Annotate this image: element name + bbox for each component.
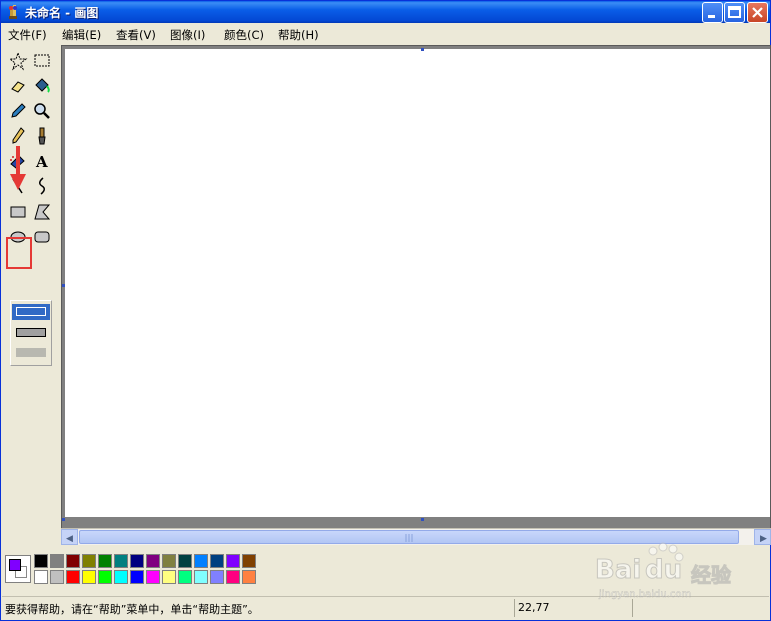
color-swatch[interactable] — [66, 554, 80, 568]
scroll-left-button[interactable]: ◀ — [61, 529, 78, 545]
svg-text:A: A — [35, 153, 48, 171]
fill-option-outline-fill[interactable] — [16, 328, 46, 337]
color-swatch[interactable] — [210, 570, 224, 584]
pencil-icon — [12, 127, 25, 144]
color-swatch[interactable] — [130, 554, 144, 568]
color-swatch[interactable] — [194, 570, 208, 584]
chevron-left-icon: ◀ — [66, 534, 73, 544]
text-tool[interactable]: A — [31, 150, 53, 172]
free-select-icon — [8, 51, 28, 71]
color-swatch[interactable] — [146, 554, 160, 568]
color-swatch[interactable] — [210, 554, 224, 568]
resize-handle-bottom-left — [62, 518, 65, 521]
grip-icon — [405, 534, 413, 542]
foreground-color-swatch[interactable] — [9, 559, 21, 571]
color-swatch[interactable] — [178, 570, 192, 584]
color-swatch[interactable] — [114, 570, 128, 584]
color-swatch[interactable] — [242, 570, 256, 584]
text-tool-icon: A — [35, 153, 48, 171]
color-swatch[interactable] — [34, 570, 48, 584]
menu-help[interactable]: 帮助(H) — [278, 27, 319, 43]
brush-icon — [38, 127, 46, 145]
curve-tool-icon — [39, 177, 45, 195]
rounded-rect-tool-icon — [34, 231, 50, 243]
down-arrow-annotation-icon — [10, 146, 26, 190]
fill-bucket-tool[interactable] — [31, 75, 53, 97]
magnifier-icon — [34, 103, 50, 119]
magnifier-tool[interactable] — [31, 100, 53, 122]
polygon-tool-icon — [34, 204, 51, 220]
menu-edit[interactable]: 编辑(E) — [62, 27, 101, 43]
color-swatch[interactable] — [130, 570, 144, 584]
cursor-coordinates: 22,77 — [518, 601, 550, 614]
canvas-area — [61, 45, 771, 530]
window-title: 未命名 - 画图 — [25, 6, 99, 20]
drawing-canvas[interactable] — [65, 49, 770, 517]
rect-select-icon — [34, 54, 50, 67]
color-swatch[interactable] — [194, 554, 208, 568]
fill-option-fill-only[interactable] — [16, 348, 46, 357]
free-select-tool[interactable] — [7, 50, 29, 72]
color-swatch[interactable] — [146, 570, 160, 584]
resize-handle-top — [421, 48, 424, 51]
polygon-tool[interactable] — [31, 201, 53, 223]
toolbox: A — [2, 46, 58, 526]
rectangle-tool-icon — [10, 206, 26, 218]
maximize-button[interactable] — [724, 2, 745, 23]
eraser-icon — [11, 81, 25, 93]
tool-options-box — [10, 300, 52, 366]
rect-select-tool[interactable] — [31, 50, 53, 72]
paint-window: 未命名 - 画图 文件(F) 编辑(E) 查看(V) 图像(I) 颜色(C) 帮… — [0, 0, 771, 621]
minimize-button[interactable] — [702, 2, 723, 23]
color-picker-icon — [11, 103, 26, 118]
menu-view[interactable]: 查看(V) — [116, 27, 156, 43]
watermark-suffix: 经验 — [691, 563, 732, 588]
rounded-rect-tool[interactable] — [31, 226, 53, 248]
current-colors[interactable] — [5, 555, 31, 583]
resize-handle-left — [62, 284, 65, 287]
fill-option-outline-selected[interactable] — [12, 304, 50, 320]
color-swatch[interactable] — [162, 570, 176, 584]
color-swatch[interactable] — [226, 554, 240, 568]
rectangle-tool-highlight — [6, 237, 32, 269]
pencil-tool[interactable] — [7, 125, 29, 147]
resize-handle-bottom[interactable] — [421, 518, 424, 521]
color-swatch[interactable] — [82, 554, 96, 568]
watermark-du-icon: du — [644, 555, 683, 586]
color-swatch[interactable] — [50, 554, 64, 568]
fill-bucket-icon — [35, 78, 50, 93]
color-swatch[interactable] — [178, 554, 192, 568]
color-swatch[interactable] — [82, 570, 96, 584]
color-swatch[interactable] — [162, 554, 176, 568]
paint-app-icon — [9, 5, 17, 19]
color-swatch[interactable] — [226, 570, 240, 584]
color-swatch[interactable] — [98, 570, 112, 584]
color-swatch[interactable] — [50, 570, 64, 584]
close-button[interactable] — [747, 2, 768, 23]
curve-tool[interactable] — [31, 175, 53, 197]
color-swatch[interactable] — [98, 554, 112, 568]
eraser-tool[interactable] — [7, 75, 29, 97]
close-icon — [752, 7, 763, 18]
maximize-icon — [728, 6, 741, 18]
minimize-icon — [708, 15, 715, 18]
menu-colors[interactable]: 颜色(C) — [224, 27, 264, 43]
menu-image[interactable]: 图像(I) — [170, 27, 205, 43]
color-swatch[interactable] — [66, 570, 80, 584]
color-swatch[interactable] — [242, 554, 256, 568]
watermark-brand: Bai — [594, 555, 642, 586]
status-message: 要获得帮助，请在“帮助”菜单中，单击“帮助主题”。 — [5, 603, 259, 616]
color-picker-tool[interactable] — [7, 100, 29, 122]
menu-bar: 文件(F) 编辑(E) 查看(V) 图像(I) 颜色(C) 帮助(H) — [2, 24, 769, 44]
color-swatch[interactable] — [34, 554, 48, 568]
watermark-url: jingyan.baidu.com — [599, 589, 692, 600]
color-swatch[interactable] — [114, 554, 128, 568]
menu-file[interactable]: 文件(F) — [8, 27, 47, 43]
title-bar[interactable]: 未命名 - 画图 — [1, 1, 770, 23]
rectangle-tool[interactable] — [7, 201, 29, 223]
brush-tool[interactable] — [31, 125, 53, 147]
baidu-watermark: Bai du 经验 jingyan.baidu.com — [594, 541, 765, 605]
